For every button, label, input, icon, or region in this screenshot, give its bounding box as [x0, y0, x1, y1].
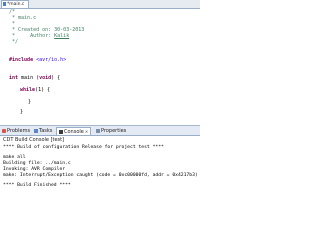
console-line: Building file: ../main.c [3, 161, 71, 166]
console-line: Invoking: AVR Compiler [3, 167, 66, 172]
code-area[interactable]: /* * main.c * * Created on: 30-03-2013 *… [0, 9, 200, 124]
code-line-close-main: } [20, 109, 24, 115]
author-name: Kalik [54, 33, 70, 39]
editor-tab-main-c[interactable]: *main.c [1, 0, 29, 8]
views-tab-bar: Problems Tasks Console✕ Properties [0, 126, 200, 136]
properties-icon [96, 128, 100, 133]
code-line-while: while(1) { [20, 87, 51, 93]
code-editor[interactable]: *main.c /* * main.c * * Created on: 30-0… [0, 0, 200, 126]
code-line-5: * Author: Kalik [9, 33, 70, 39]
code-line-close-while: } [28, 99, 32, 105]
editor-tab-label: *main.c [7, 2, 25, 7]
console-line: make: Interrupt/Exception caught (code =… [3, 173, 198, 178]
tasks-icon [34, 128, 38, 133]
console-line: make all [3, 155, 26, 160]
code-line-include: #include <avr/io.h> [9, 57, 67, 63]
console-line: **** Build Finished **** [3, 183, 71, 188]
tab-console[interactable]: Console✕ [56, 127, 92, 135]
problems-icon [2, 128, 6, 133]
tab-tasks[interactable]: Tasks [34, 127, 52, 135]
tab-problems[interactable]: Problems [2, 127, 30, 135]
code-line-6: */ [9, 39, 19, 45]
editor-tab-bar: *main.c [0, 0, 200, 9]
tab-properties[interactable]: Properties [96, 127, 126, 135]
console-title: CDT Build Console [test] [0, 136, 203, 144]
console-icon [59, 129, 63, 134]
console-output[interactable]: **** Build of configuration Release for … [0, 145, 200, 204]
console-line: **** Build of configuration Release for … [3, 145, 164, 150]
code-line-main: int main (void) { [9, 75, 61, 81]
close-icon[interactable]: ✕ [85, 129, 88, 134]
c-file-icon [3, 1, 6, 6]
